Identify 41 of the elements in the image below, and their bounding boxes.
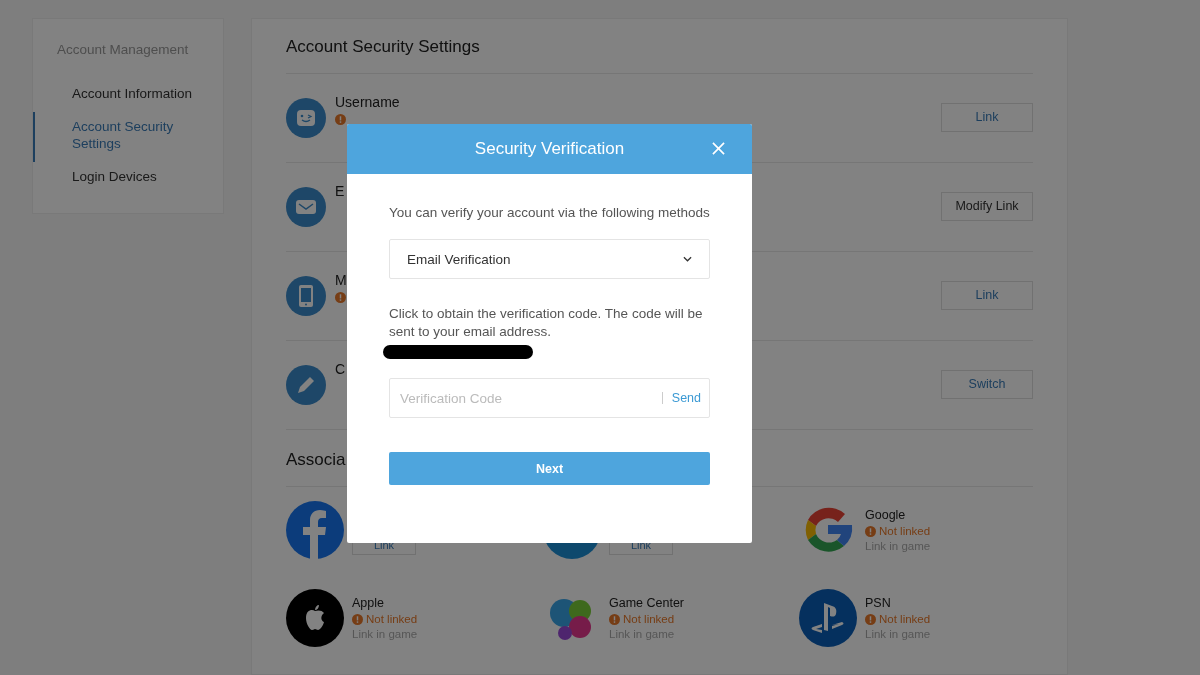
sidebar-item[interactable]: Account Information xyxy=(33,79,223,112)
warning-icon xyxy=(609,613,620,625)
row-label: C xyxy=(335,360,346,377)
chevron-icon xyxy=(683,256,692,262)
row-label: Username xyxy=(335,93,400,110)
account-name: Apple xyxy=(352,594,385,612)
warning-icon xyxy=(352,613,363,625)
sidebar-item[interactable]: Login Devices xyxy=(33,162,223,195)
link-status: Not linked xyxy=(366,611,418,627)
apple-logo-icon xyxy=(286,589,344,647)
row-button[interactable]: Modify Link xyxy=(941,191,1033,221)
row-button[interactable]: Link xyxy=(941,280,1033,310)
section-heading: Associa xyxy=(286,449,347,471)
facebook-logo-icon xyxy=(286,501,344,559)
account-name: Game Center xyxy=(609,594,685,612)
playstation-logo-icon xyxy=(799,589,857,647)
dialog-intro: You can verify your account via the following methods xyxy=(389,204,710,222)
warning-icon xyxy=(865,613,876,625)
link-status: Not linked xyxy=(879,611,931,627)
row-button[interactable]: Link xyxy=(941,102,1033,132)
link-status: Not linked xyxy=(879,523,931,539)
warning-icon xyxy=(865,525,876,537)
code-field[interactable]: Verification Code Send xyxy=(389,378,710,418)
send-link[interactable]: Send xyxy=(671,391,701,405)
row-label: E xyxy=(335,182,345,199)
next-button[interactable]: Next xyxy=(389,452,710,485)
phone-icon xyxy=(286,276,326,316)
sidebar-item[interactable]: Account Security Settings xyxy=(33,112,223,162)
row-label: M xyxy=(335,271,347,288)
dialog-title: Security Verification xyxy=(474,139,625,159)
pencil-icon xyxy=(286,365,326,405)
row-button[interactable]: Switch xyxy=(941,369,1033,399)
close-icon[interactable] xyxy=(712,142,725,155)
face-icon xyxy=(286,98,326,138)
account-name: PSN xyxy=(865,594,892,612)
method-select[interactable]: Email Verification xyxy=(389,239,710,279)
link-status: Not linked xyxy=(623,611,675,627)
account-name: Google xyxy=(865,506,907,524)
dialog-notice: Click to obtain the verification code. The code will be sent to your email address. xyxy=(389,305,704,341)
page-title: Account Security Settings xyxy=(286,19,1033,74)
envelope-icon xyxy=(286,187,326,227)
